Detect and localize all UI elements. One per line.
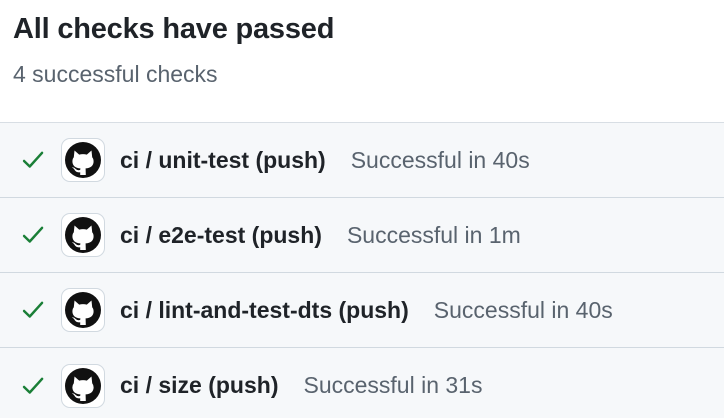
github-octocat-icon [61, 363, 105, 408]
checks-title: All checks have passed [13, 13, 335, 45]
check-row[interactable]: ci / size (push) Successful in 31s [0, 348, 724, 418]
check-row[interactable]: ci / unit-test (push) Successful in 40s [0, 123, 724, 198]
check-status: Successful in 31s [303, 372, 483, 398]
check-row[interactable]: ci / lint-and-test-dts (push) Successful… [0, 273, 724, 348]
check-icon [22, 151, 44, 168]
check-status: Successful in 1m [346, 221, 521, 248]
check-status: Successful in 40s [350, 146, 530, 173]
check-icon [22, 226, 44, 243]
check-name[interactable]: ci / lint-and-test-dts (push) [120, 297, 409, 324]
check-row[interactable]: ci / e2e-test (push) Successful in 1m [0, 198, 724, 273]
checks-list: ci / unit-test (push) Successful in 40s … [0, 122, 724, 418]
github-octocat-icon [61, 213, 105, 257]
check-icon [22, 377, 44, 394]
check-name[interactable]: ci / size (push) [120, 372, 278, 399]
check-icon [22, 301, 44, 318]
checks-summary-panel: All checks have passed 4 successful chec… [0, 0, 724, 418]
check-name[interactable]: ci / unit-test (push) [120, 147, 326, 174]
checks-subtitle: 4 successful checks [13, 61, 218, 87]
check-status: Successful in 40s [433, 296, 613, 323]
checks-header: All checks have passed 4 successful chec… [13, 0, 724, 122]
github-octocat-icon [61, 288, 105, 332]
github-octocat-icon [61, 138, 105, 182]
check-name[interactable]: ci / e2e-test (push) [120, 222, 322, 249]
